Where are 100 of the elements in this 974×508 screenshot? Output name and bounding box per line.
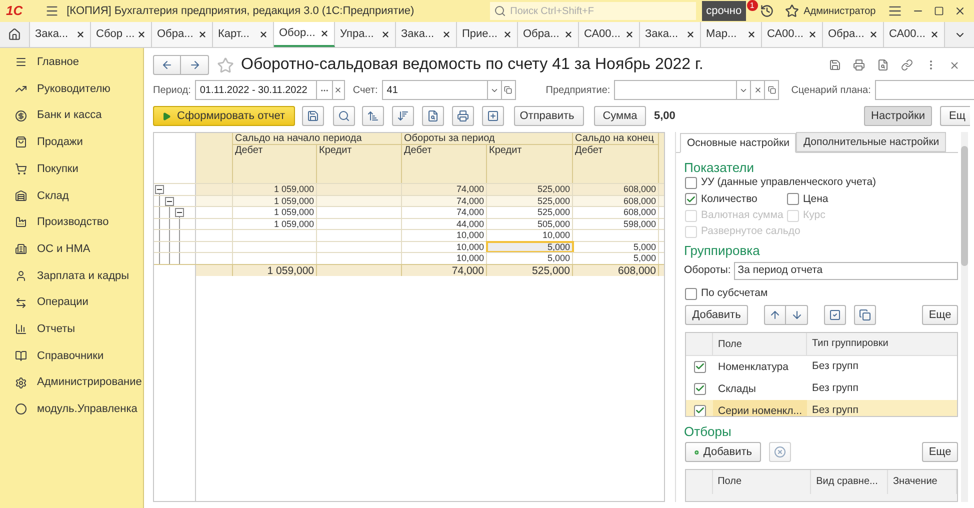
sidebar-item[interactable]: Производство — [37, 214, 109, 231]
lines-icon[interactable] — [888, 4, 902, 18]
check-all-button[interactable] — [824, 304, 846, 325]
checkbox[interactable] — [694, 382, 706, 395]
checkbox[interactable] — [685, 193, 697, 206]
preview-button[interactable] — [422, 106, 444, 126]
send-button[interactable]: Отправить — [514, 106, 584, 126]
close-icon[interactable] — [320, 29, 329, 38]
history-icon[interactable] — [760, 4, 774, 18]
checkbox[interactable] — [787, 193, 799, 206]
user-name[interactable]: Администратор — [804, 4, 876, 18]
move-up-button[interactable] — [764, 304, 786, 325]
preview-icon[interactable] — [877, 59, 889, 71]
tree-toggle[interactable] — [165, 196, 174, 206]
arrows-icon[interactable] — [15, 296, 27, 309]
book-icon[interactable] — [15, 350, 27, 362]
checkbox[interactable] — [685, 177, 697, 190]
chart-icon[interactable] — [15, 323, 27, 336]
new-window-button[interactable] — [482, 106, 504, 126]
cart-icon[interactable] — [15, 163, 27, 176]
person-icon[interactable] — [15, 270, 27, 282]
save-icon[interactable] — [829, 59, 841, 71]
settings-tab[interactable]: Дополнительные настройки — [796, 132, 946, 152]
star-icon[interactable] — [784, 4, 799, 18]
filter-field[interactable]: 41 — [382, 80, 488, 100]
generate-report-button[interactable]: Сформировать отчет — [153, 106, 295, 126]
filter-field[interactable] — [874, 80, 974, 100]
tab[interactable]: Карт... — [213, 22, 274, 47]
filter-field[interactable]: 01.11.2022 - 30.11.2022 — [194, 80, 317, 100]
sort-descending-button[interactable] — [392, 106, 414, 126]
search-button[interactable] — [333, 106, 355, 126]
grouping-row[interactable]: Серии номенкл... Без групп — [686, 400, 957, 416]
close-icon[interactable] — [747, 30, 756, 39]
close-icon[interactable] — [808, 30, 817, 39]
sidebar-item[interactable]: Справочники — [37, 348, 104, 364]
add-button[interactable]: Добавить — [685, 304, 748, 325]
tab[interactable]: Обра... — [823, 22, 884, 47]
sidebar-item[interactable]: Администрирование — [37, 374, 142, 391]
warehouse-icon[interactable] — [15, 190, 27, 202]
move-down-button[interactable] — [786, 304, 808, 325]
close-icon[interactable] — [198, 30, 207, 39]
sidebar-item[interactable]: Продажи — [37, 134, 83, 151]
tab[interactable]: Зака... — [640, 22, 701, 47]
building-icon[interactable] — [15, 243, 27, 256]
sidebar-item[interactable]: Операции — [37, 294, 88, 311]
circle-icon[interactable] — [15, 403, 27, 416]
tab[interactable]: Зака... — [396, 22, 457, 47]
tree-toggle[interactable] — [175, 208, 184, 217]
favorite-star-icon[interactable] — [217, 56, 234, 74]
forward-button[interactable] — [181, 55, 209, 75]
bag-icon[interactable] — [15, 136, 27, 148]
checkbox[interactable] — [685, 288, 697, 300]
sidebar-item[interactable]: Руководителю — [37, 80, 110, 98]
tab[interactable]: СА00... — [579, 22, 640, 47]
menu-icon[interactable] — [15, 56, 27, 68]
close-icon[interactable] — [625, 30, 634, 39]
settings-button[interactable]: Настройки — [864, 106, 932, 126]
tab[interactable]: Прие... — [457, 22, 518, 47]
add-button[interactable]: Добавить — [685, 442, 761, 462]
tab[interactable]: СА00... — [762, 22, 823, 47]
open-button[interactable] — [765, 80, 780, 100]
menu-icon[interactable] — [44, 4, 59, 18]
coin-icon[interactable] — [15, 110, 27, 122]
scrollbar-thumb[interactable] — [961, 146, 968, 266]
tree-toggle[interactable] — [155, 185, 164, 194]
tab[interactable]: Обра... — [518, 22, 579, 47]
close-icon[interactable] — [954, 5, 966, 17]
sidebar-item[interactable]: Зарплата и кадры — [37, 268, 130, 284]
close-icon[interactable] — [503, 30, 512, 39]
factory-icon[interactable] — [15, 216, 27, 228]
tab[interactable]: Упра... — [335, 22, 396, 47]
sidebar-item[interactable]: модуль.Управленка — [37, 401, 138, 418]
filter-field[interactable] — [614, 80, 738, 100]
turnover-field[interactable]: За период отчета — [734, 262, 958, 280]
sidebar-item[interactable]: ОС и НМА — [37, 240, 90, 258]
more-button[interactable]: Еще — [922, 442, 958, 462]
urgent-badge[interactable]: срочно — [702, 1, 746, 21]
close-icon[interactable] — [442, 30, 451, 39]
print-button[interactable] — [452, 106, 474, 126]
sidebar-item[interactable]: Склад — [37, 188, 69, 204]
checkbox[interactable] — [694, 360, 706, 373]
settings-tab[interactable]: Основные настройки — [680, 133, 796, 153]
checkbox[interactable] — [694, 404, 706, 416]
more-button[interactable]: Ещ — [940, 106, 970, 126]
grouping-row[interactable]: Номенклатура Без групп — [686, 356, 957, 378]
close-icon[interactable] — [259, 30, 268, 39]
close-icon[interactable] — [137, 30, 146, 39]
close-icon[interactable] — [930, 30, 939, 39]
open-button[interactable] — [502, 80, 516, 100]
grouping-row[interactable]: Склады Без групп — [686, 378, 957, 400]
settings-icon[interactable] — [15, 376, 27, 389]
link-icon[interactable] — [901, 59, 913, 71]
close-icon[interactable] — [686, 30, 695, 39]
close-icon[interactable] — [564, 30, 573, 39]
sidebar-item[interactable]: Покупки — [37, 160, 78, 178]
back-button[interactable] — [153, 55, 181, 75]
tab[interactable]: Зака... — [30, 22, 91, 47]
save-button[interactable] — [302, 106, 324, 126]
sidebar-item[interactable]: Банк и касса — [37, 107, 102, 124]
tab[interactable]: Обра... — [152, 22, 213, 47]
